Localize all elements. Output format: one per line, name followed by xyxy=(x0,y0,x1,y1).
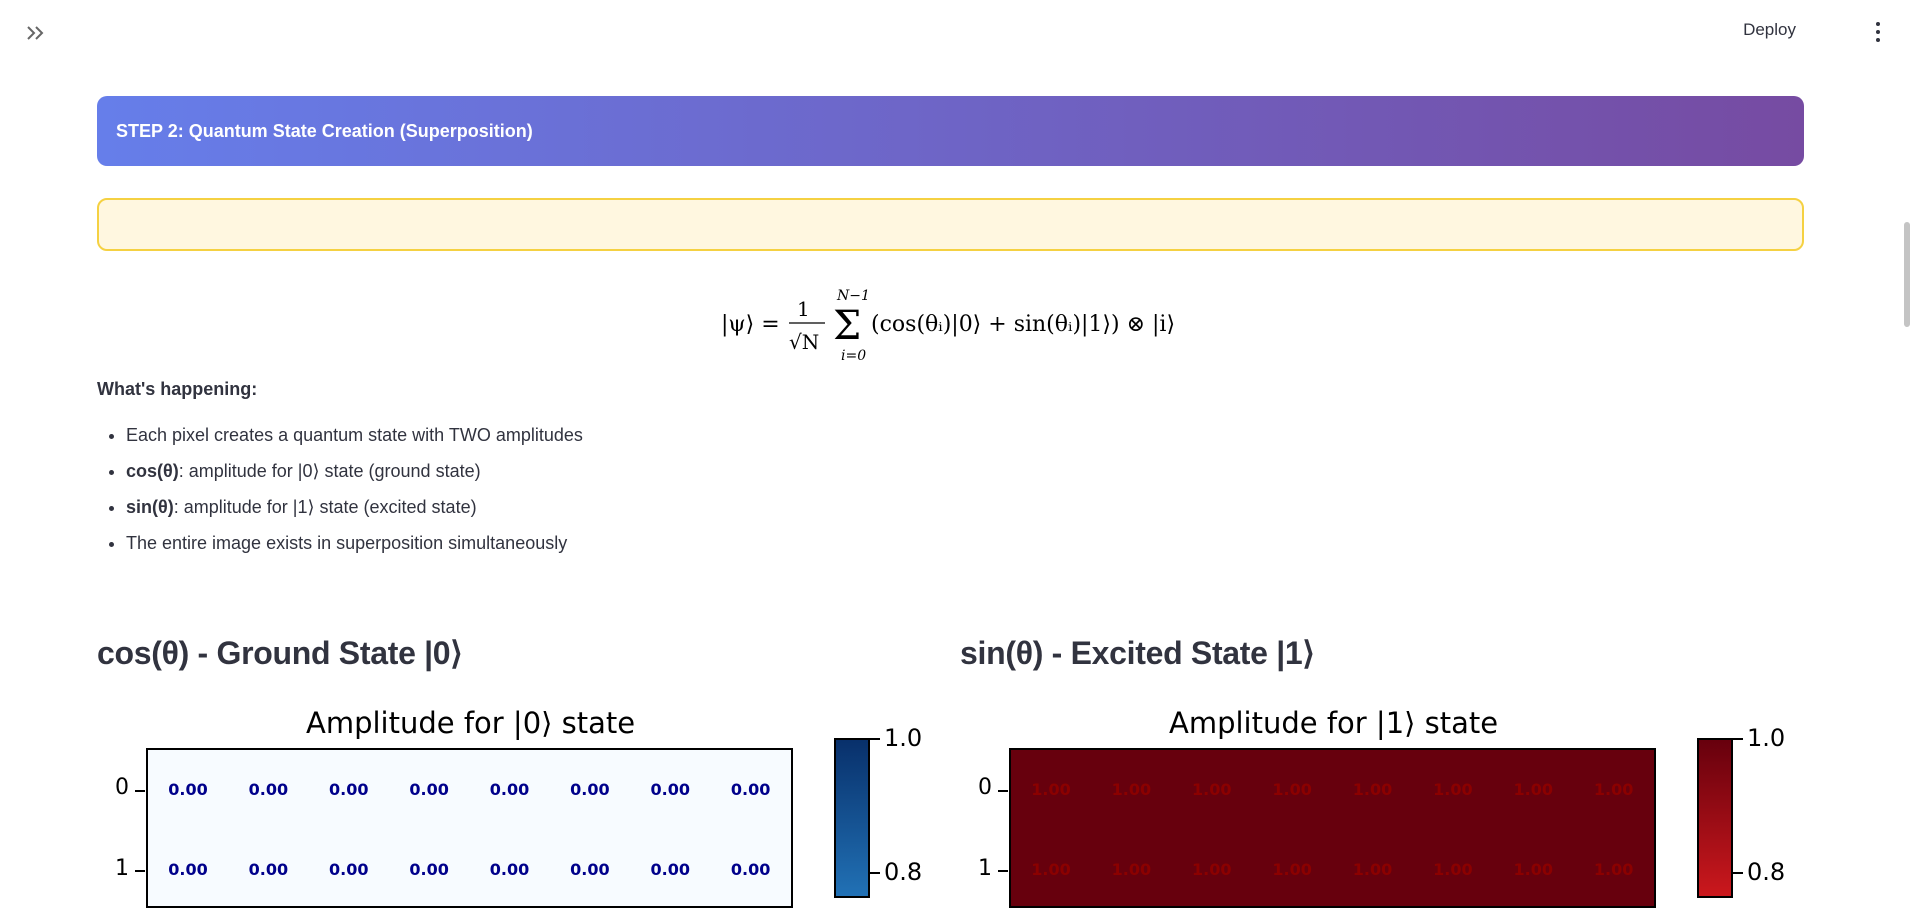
svg-text:N−1: N−1 xyxy=(836,288,870,304)
heatmap-cell: 0.00 xyxy=(570,780,610,799)
bullet-text: : amplitude for |0⟩ state (ground state) xyxy=(178,461,481,481)
plot-title: Amplitude for |1⟩ state xyxy=(1169,706,1499,740)
heatmap-cell: 0.00 xyxy=(329,860,369,879)
heatmap-cell: 0.00 xyxy=(650,860,690,879)
deploy-button[interactable]: Deploy xyxy=(1743,20,1796,40)
plot-title: Amplitude for |0⟩ state xyxy=(306,706,636,740)
heatmap-cell: 0.00 xyxy=(730,780,771,799)
colorbar-tick-label: 0.8 xyxy=(884,858,923,886)
panel-heading: sin(θ) - Excited State |1⟩ xyxy=(960,635,1315,671)
list-item: Each pixel creates a quantum state with … xyxy=(126,424,1804,460)
heatmap-cell: 0.00 xyxy=(409,860,449,879)
heatmap-cell: 0.00 xyxy=(489,780,530,799)
svg-text:i=0: i=0 xyxy=(841,348,866,364)
heatmap-cell: 1.00 xyxy=(1192,860,1232,879)
step-banner: STEP 2: Quantum State Creation (Superpos… xyxy=(97,96,1804,166)
app-header: Deploy xyxy=(0,0,1910,64)
svg-text:(cos(θᵢ)|0⟩ + sin(θᵢ)|1⟩) ⊗ |i: (cos(θᵢ)|0⟩ + sin(θᵢ)|1⟩) ⊗ |i⟩ xyxy=(871,312,1175,337)
y-tick-mark xyxy=(135,870,145,872)
heatmap-cell: 0.00 xyxy=(570,860,610,879)
heatmap-cell: 0.00 xyxy=(650,780,690,799)
colorbar-tick-mark xyxy=(870,738,880,740)
bullet-text: : amplitude for |1⟩ state (excited state… xyxy=(173,497,477,517)
y-tick-label: 1 xyxy=(978,856,992,881)
superposition-formula: |ψ⟩ = 1 √N N−1 Σ i=0 (cos(θᵢ)|0⟩ + sin(θ… xyxy=(97,287,1804,364)
y-tick-label: 0 xyxy=(978,775,992,800)
heatmap-cell: 1.00 xyxy=(1192,780,1232,799)
list-item: cos(θ): amplitude for |0⟩ state (ground … xyxy=(126,460,1804,496)
heatmap-cell: 0.00 xyxy=(730,860,771,879)
heatmap-cell: 1.00 xyxy=(1111,860,1152,879)
heatmap-cell: 1.00 xyxy=(1513,860,1553,879)
heatmap-cell: 0.00 xyxy=(329,780,369,799)
heatmap-cell: 1.00 xyxy=(1593,860,1634,879)
heatmap-cell: 1.00 xyxy=(1433,860,1473,879)
heatmap-cell: 1.00 xyxy=(1111,780,1152,799)
excited-state-heatmap: 1.00 1.00 1.00 1.00 1.00 1.00 1.00 1.00 1.00 1.00… xyxy=(1009,748,1656,908)
heatmap-cell: 1.00 xyxy=(1352,780,1393,799)
explanation-list: Each pixel creates a quantum state with … xyxy=(97,424,1804,568)
page-scrollbar[interactable] xyxy=(1904,222,1910,327)
heatmap-cell: 1.00 xyxy=(1352,860,1393,879)
double-chevron-right-icon[interactable] xyxy=(22,20,52,46)
warning-alert xyxy=(97,198,1804,251)
heatmap-cell: 1.00 xyxy=(1272,780,1312,799)
heatmap-cell: 1.00 xyxy=(1272,860,1312,879)
svg-text:1: 1 xyxy=(797,297,810,321)
colorbar-tick-label: 1.0 xyxy=(884,724,923,752)
colorbar-tick-mark xyxy=(870,872,880,874)
heatmap-cell: 1.00 xyxy=(1031,860,1071,879)
bullet-bold: sin(θ) xyxy=(126,497,174,517)
heatmap-cell: 0.00 xyxy=(168,780,208,799)
colorbar-tick-mark xyxy=(1733,738,1743,740)
heatmap-cell: 0.00 xyxy=(489,860,530,879)
heatmap-cell: 0.00 xyxy=(248,860,289,879)
heatmap-cell: 1.00 xyxy=(1593,780,1634,799)
main-content: STEP 2: Quantum State Creation (Superpos… xyxy=(97,96,1804,568)
colorbar xyxy=(1697,738,1733,898)
y-tick-mark xyxy=(135,790,145,792)
y-tick-label: 1 xyxy=(115,856,129,881)
heatmap-cell: 1.00 xyxy=(1513,780,1553,799)
colorbar-tick-label: 1.0 xyxy=(1747,724,1786,752)
y-tick-label: 0 xyxy=(115,775,129,800)
heatmap-cell: 1.00 xyxy=(1031,780,1071,799)
svg-text:√N: √N xyxy=(789,330,819,354)
y-tick-mark xyxy=(998,790,1008,792)
heatmap-cell: 1.00 xyxy=(1433,780,1473,799)
bullet-text: The entire image exists in superposition… xyxy=(126,533,568,553)
colorbar xyxy=(834,738,870,898)
list-item: sin(θ): amplitude for |1⟩ state (excited… xyxy=(126,496,1804,532)
list-item: The entire image exists in superposition… xyxy=(126,532,1804,568)
y-tick-mark xyxy=(998,870,1008,872)
ground-state-heatmap: 0.00 0.00 0.00 0.00 0.00 0.00 0.00 0.00 0.00 0.00… xyxy=(146,748,793,908)
heatmap-cell: 0.00 xyxy=(248,780,289,799)
colorbar-tick-mark xyxy=(1733,872,1743,874)
vertical-ellipsis-icon[interactable] xyxy=(1868,18,1888,48)
excited-state-panel: sin(θ) - Excited State |1⟩ Amplitude for… xyxy=(960,634,1790,908)
svg-text:Σ: Σ xyxy=(833,303,861,349)
panel-heading: cos(θ) - Ground State |0⟩ xyxy=(97,635,463,671)
bullet-bold: cos(θ) xyxy=(126,461,179,481)
step-title: STEP 2: Quantum State Creation (Superpos… xyxy=(116,120,533,141)
ground-state-panel: cos(θ) - Ground State |0⟩ Amplitude for … xyxy=(97,634,927,908)
svg-text:|ψ⟩ =: |ψ⟩ = xyxy=(721,312,780,337)
explanation-heading: What's happening: xyxy=(97,379,258,399)
heatmap-cell: 0.00 xyxy=(168,860,208,879)
bullet-text: Each pixel creates a quantum state with … xyxy=(126,425,583,445)
colorbar-tick-label: 0.8 xyxy=(1747,858,1786,886)
heatmap-cell: 0.00 xyxy=(409,780,449,799)
